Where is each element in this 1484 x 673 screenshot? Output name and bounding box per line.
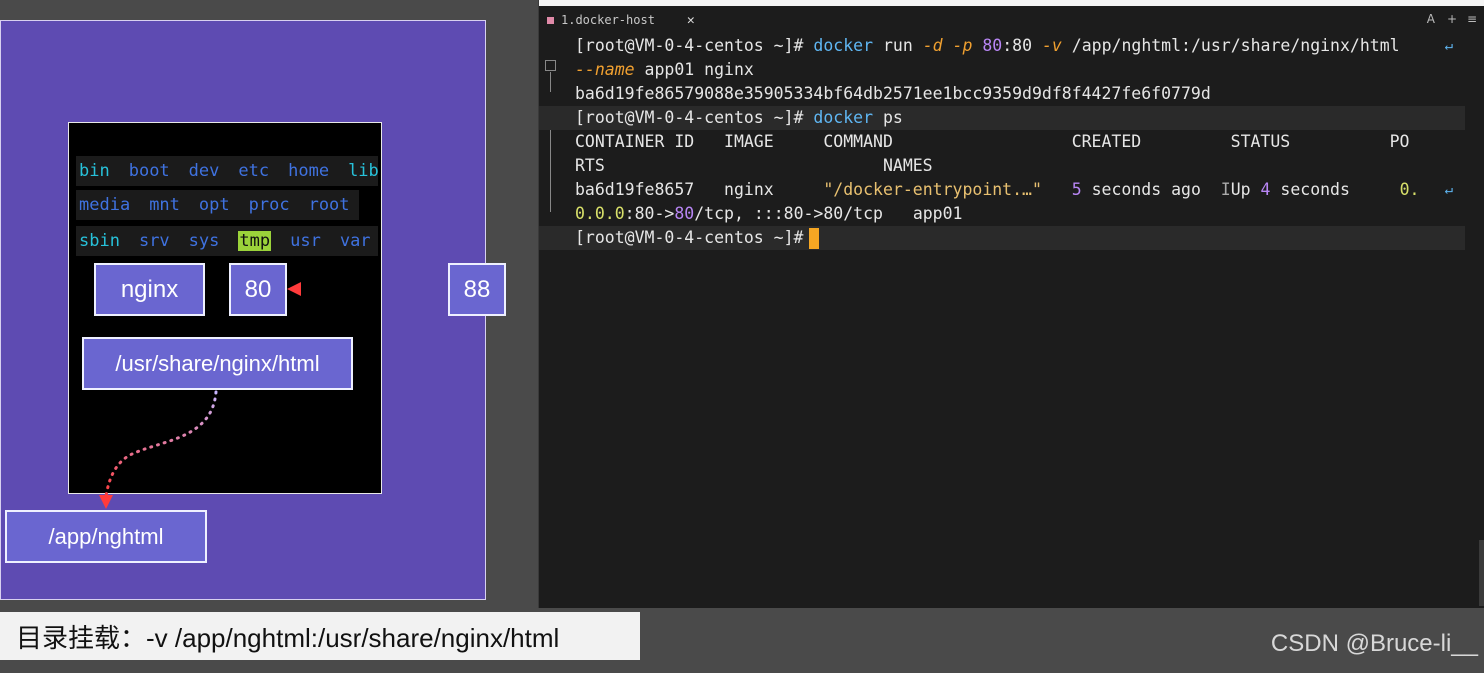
ps-status: Up xyxy=(1230,180,1261,199)
prompt: [root@VM-0-4-centos ~]# xyxy=(575,36,804,55)
tab-docker-host[interactable]: 1.docker-host ✕ xyxy=(547,10,695,30)
terminal-line-cmd1-cont: --name app01 nginx xyxy=(539,58,1465,82)
port-container: 80 xyxy=(1012,36,1033,55)
terminal-line-prompt[interactable]: [root@VM-0-4-centos ~]# xyxy=(539,226,1465,250)
flag-name: --name xyxy=(575,60,635,79)
terminal-scrollbar[interactable] xyxy=(1479,540,1484,606)
ps-image: nginx xyxy=(724,180,774,199)
ps-created-num: 5 xyxy=(1071,180,1082,199)
cmd-docker: docker xyxy=(813,108,874,127)
wrap-icon: ↵ xyxy=(1444,38,1453,54)
flag-p: -p xyxy=(952,36,973,55)
ps-header-line-2: RTS NAMES xyxy=(539,154,1465,178)
ps-row-line-1: ba6d19fe8657 nginx "/docker-entrypoint.…… xyxy=(539,178,1465,202)
terminal-window[interactable]: 1.docker-host ✕ A + ≡ [root@VM-0-4-cento… xyxy=(538,0,1484,608)
ps-ports-start: 0. xyxy=(1399,180,1420,199)
ps-container-id: ba6d19fe8657 xyxy=(575,180,695,199)
port-colon: : xyxy=(1002,36,1013,55)
ps-ports-proto6: /tcp xyxy=(843,204,883,223)
flag-d: -d xyxy=(922,36,943,55)
cmd-run: run xyxy=(882,36,913,55)
ps-header-2: RTS NAMES xyxy=(575,156,933,175)
diagram-arrows xyxy=(99,282,444,509)
ps-header-1: CONTAINER ID IMAGE COMMAND CREATED STATU… xyxy=(575,132,1410,151)
flag-v: -v xyxy=(1041,36,1062,55)
tab-color-icon xyxy=(547,16,554,24)
volume-mapping-arrow xyxy=(104,390,218,498)
ps-ports-ipv6: :::80-> xyxy=(753,204,824,223)
terminal-line-hash: ba6d19fe86579088e35905334bf64db2571ee1bc… xyxy=(539,82,1465,106)
ps-command: "/docker-entrypoint.…" xyxy=(823,180,1042,199)
volume-arrow-head xyxy=(99,495,113,509)
cmd-ps: ps xyxy=(882,108,903,127)
prompt: [root@VM-0-4-centos ~]# xyxy=(575,228,804,247)
tab-title: 1.docker-host xyxy=(561,13,655,27)
font-size-button[interactable]: A xyxy=(1427,12,1435,26)
prompt: [root@VM-0-4-centos ~]# xyxy=(575,108,804,127)
terminal-line-cmd2: [root@VM-0-4-centos ~]# docker ps xyxy=(539,106,1465,130)
ps-header-line-1: CONTAINER ID IMAGE COMMAND CREATED STATU… xyxy=(539,130,1465,154)
ps-ports-ip: 0.0.0 xyxy=(575,204,625,223)
menu-button[interactable]: ≡ xyxy=(1467,12,1477,26)
port-host: 80 xyxy=(982,36,1003,55)
ps-ports-num6: 80 xyxy=(823,204,844,223)
ps-ports-proto: /tcp, xyxy=(694,204,754,223)
port-arrow-head xyxy=(287,282,301,296)
cmd-docker: docker xyxy=(813,36,874,55)
name-arg: app01 nginx xyxy=(644,60,754,79)
wrap-icon: ↵ xyxy=(1444,182,1453,198)
ps-created: seconds ago xyxy=(1081,180,1201,199)
container-hash: ba6d19fe86579088e35905334bf64db2571ee1bc… xyxy=(575,84,1211,103)
terminal-tab-bar: 1.docker-host ✕ A + ≡ xyxy=(539,6,1484,32)
ps-status-num: 4 xyxy=(1260,180,1271,199)
terminal-cursor xyxy=(809,228,820,249)
new-tab-button[interactable]: + xyxy=(1447,12,1457,26)
ps-row-line-2: 0.0.0:80->80/tcp, :::80->80/tcp app01 xyxy=(539,202,1465,226)
ps-name: app01 xyxy=(912,204,963,223)
ps-ports-map: :80-> xyxy=(624,204,675,223)
watermark: CSDN @Bruce-li__ xyxy=(1270,630,1478,657)
caption-bar: 目录挂载：-v /app/nghtml:/usr/share/nginx/htm… xyxy=(0,612,640,660)
tab-close-icon[interactable]: ✕ xyxy=(687,13,695,28)
ps-ports-num: 80 xyxy=(674,204,695,223)
volume-arg: /app/nghtml:/usr/share/nginx/html xyxy=(1071,36,1400,55)
ps-status-rest: seconds xyxy=(1270,180,1350,199)
terminal-line-cmd1: [root@VM-0-4-centos ~]# docker run -d -p… xyxy=(539,34,1465,58)
